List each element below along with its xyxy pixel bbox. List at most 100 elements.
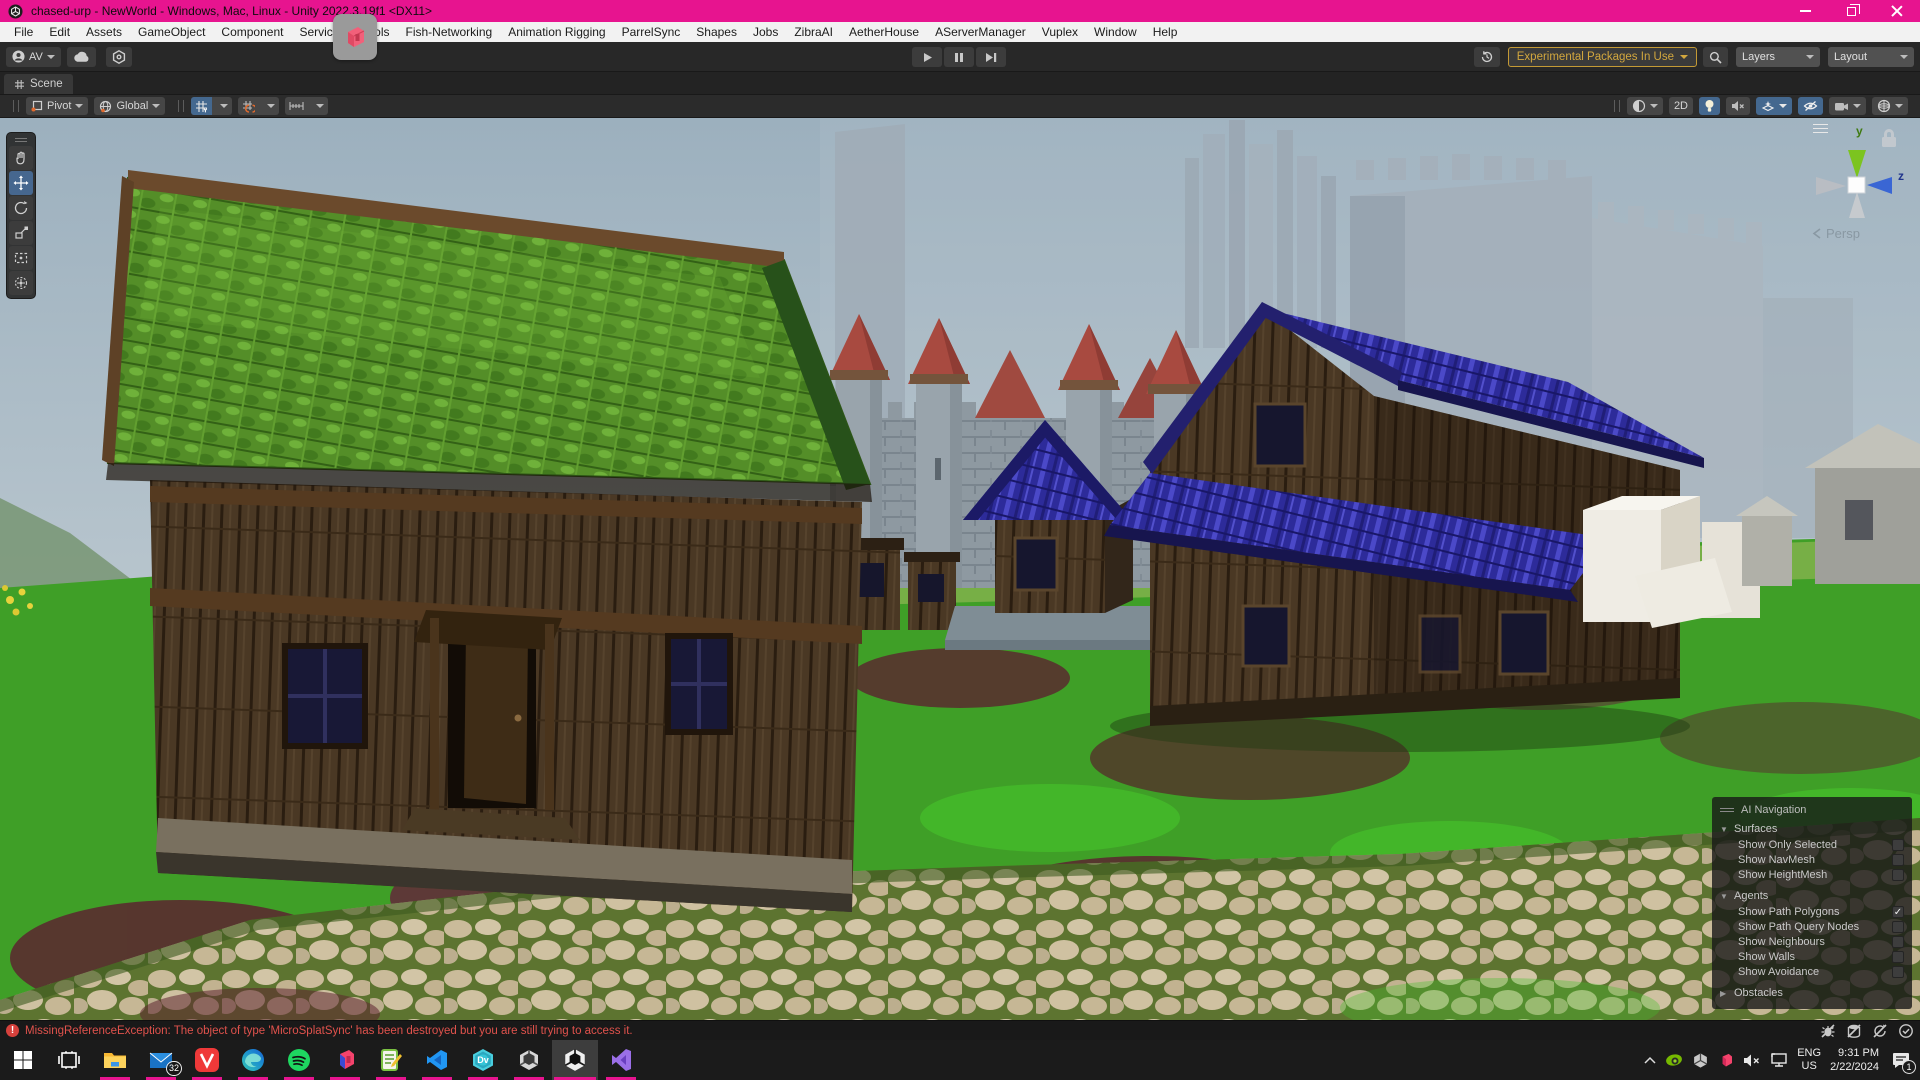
scene-orientation-gizmo[interactable]: y z Persp [1806,126,1916,248]
toolbar-drag-handle[interactable] [178,100,184,112]
toolbar-drag-handle[interactable] [13,100,19,112]
show-heightmesh-checkbox[interactable] [1892,869,1904,881]
undo-history-button[interactable] [1474,47,1500,67]
gizmo-axis-y-label[interactable]: y [1856,124,1863,138]
menu-window[interactable]: Window [1086,22,1145,42]
unity-editor-button[interactable] [552,1040,598,1080]
snap-settings[interactable] [285,97,328,115]
gizmo-axis-z-label[interactable]: z [1898,169,1904,183]
snap-increment-toggle[interactable] [238,97,279,115]
task-view-button[interactable] [46,1040,92,1080]
menu-file[interactable]: File [6,22,41,42]
volume-muted-tray-icon[interactable] [1743,1053,1761,1068]
start-button[interactable] [0,1040,46,1080]
cache-server-disconnected-icon[interactable] [1846,1023,1862,1039]
progress-check-icon[interactable] [1898,1023,1914,1039]
search-button[interactable] [1703,47,1728,67]
mail-button[interactable]: 32 [138,1040,184,1080]
account-dropdown[interactable]: AV [6,47,61,67]
global-toggle[interactable]: Global [94,97,165,115]
show-walls-checkbox[interactable] [1892,951,1904,963]
projection-indicator[interactable]: Persp [1812,226,1860,241]
draw-mode-dropdown[interactable] [1627,97,1663,115]
menu-gameobject[interactable]: GameObject [130,22,213,42]
agents-foldout[interactable]: ▼ Agents [1712,887,1912,904]
toolbar-drag-handle[interactable] [1614,100,1620,112]
visual-studio-button[interactable] [598,1040,644,1080]
camera-dropdown[interactable] [1829,97,1866,115]
pause-button[interactable] [944,47,974,67]
menu-fish-networking[interactable]: Fish-Networking [397,22,500,42]
cloud-button[interactable] [67,47,96,67]
language-indicator[interactable]: ENG US [1797,1047,1821,1073]
snap-dropdown[interactable] [312,97,328,115]
minimize-button[interactable] [1782,0,1828,22]
component-tools-dropdown[interactable] [1872,97,1908,115]
auto-refresh-off-icon[interactable] [1872,1023,1888,1039]
scale-tool[interactable] [9,221,33,245]
menu-vuplex[interactable]: Vuplex [1034,22,1086,42]
step-button[interactable] [976,47,1006,67]
unity-tray-icon[interactable] [1692,1052,1709,1069]
menu-aservermanager[interactable]: AServerManager [927,22,1034,42]
settings-button[interactable] [106,47,132,67]
menu-assets[interactable]: Assets [78,22,130,42]
pink-cube-tray-icon[interactable] [1718,1052,1734,1069]
view-hand-tool[interactable] [9,146,33,170]
audio-toggle[interactable] [1726,97,1750,115]
menu-component[interactable]: Component [213,22,291,42]
play-button[interactable] [912,47,942,67]
unity-hub-button[interactable] [506,1040,552,1080]
notification-center-button[interactable]: 1 [1888,1047,1914,1073]
menu-aetherhouse[interactable]: AetherHouse [841,22,927,42]
obstacles-foldout[interactable]: ▶ Obstacles [1712,984,1912,1001]
show-only-selected-checkbox[interactable] [1892,839,1904,851]
tray-expand-chevron-icon[interactable] [1644,1056,1656,1064]
menu-parrelsync[interactable]: ParrelSync [614,22,689,42]
vscode-button[interactable] [414,1040,460,1080]
menu-zibraai[interactable]: ZibraAI [786,22,841,42]
menu-animation-rigging[interactable]: Animation Rigging [500,22,613,42]
close-button[interactable] [1874,0,1920,22]
restore-button[interactable] [1828,0,1874,22]
surfaces-foldout[interactable]: ▼ Surfaces [1712,820,1912,837]
console-status-bar[interactable]: ! MissingReferenceException: The object … [0,1020,1920,1040]
scene-visibility-toggle[interactable] [1798,97,1823,115]
notepad-plus-button[interactable] [368,1040,414,1080]
geforce-tray-icon[interactable] [1665,1052,1683,1068]
2d-toggle[interactable]: 2D [1669,97,1693,115]
panel-drag-handle[interactable] [1720,806,1734,814]
transform-tool[interactable] [9,271,33,295]
palette-drag-handle[interactable] [9,136,33,144]
clock[interactable]: 9:31 PM 2/22/2024 [1830,1046,1879,1074]
scene-3d-render[interactable] [0,118,1920,1020]
menu-shapes[interactable]: Shapes [688,22,745,42]
effects-dropdown[interactable] [1756,97,1792,115]
vivaldi-button[interactable] [184,1040,230,1080]
layout-dropdown[interactable]: Layout [1828,47,1914,67]
pivot-toggle[interactable]: Pivot [26,97,88,115]
menu-help[interactable]: Help [1145,22,1186,42]
file-explorer-button[interactable] [92,1040,138,1080]
show-navmesh-checkbox[interactable] [1892,854,1904,866]
menu-jobs[interactable]: Jobs [745,22,786,42]
show-neighbours-checkbox[interactable] [1892,936,1904,948]
rect-tool[interactable] [9,246,33,270]
lighting-toggle[interactable] [1699,97,1720,115]
window-title-bar[interactable]: chased-urp - NewWorld - Windows, Mac, Li… [0,0,1920,22]
menu-edit[interactable]: Edit [41,22,78,42]
grid-snap-dropdown[interactable] [216,97,232,115]
scene-viewport[interactable]: y z Persp AI Navigation ▼ Surfaces Show … [0,118,1920,1020]
edge-button[interactable] [230,1040,276,1080]
move-tool[interactable] [9,171,33,195]
spotify-button[interactable] [276,1040,322,1080]
show-path-query-nodes-checkbox[interactable] [1892,921,1904,933]
scene-tab[interactable]: Scene [4,74,73,94]
debugger-detached-icon[interactable] [1820,1023,1836,1039]
show-avoidance-checkbox[interactable] [1892,966,1904,978]
rotate-tool[interactable] [9,196,33,220]
ai-navigation-header[interactable]: AI Navigation [1712,802,1912,820]
grid-snap-toggle[interactable] [191,97,232,115]
show-path-polygons-checkbox[interactable]: ✓ [1892,906,1904,918]
error-message[interactable]: MissingReferenceException: The object of… [25,1025,633,1037]
